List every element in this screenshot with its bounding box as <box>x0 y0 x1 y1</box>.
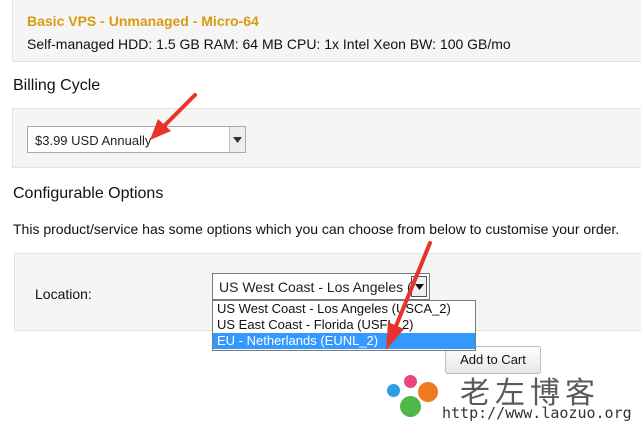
watermark: 老左博客 http://www.laozuo.org <box>383 368 641 437</box>
billing-cycle-selected-value: $3.99 USD Annually <box>35 133 152 148</box>
billing-cycle-heading: Billing Cycle <box>13 77 101 94</box>
product-specs: Self-managed HDD: 1.5 GB RAM: 64 MB CPU:… <box>27 36 511 52</box>
chevron-down-icon[interactable] <box>229 127 245 152</box>
location-option-us-east[interactable]: US East Coast - Florida (USFL_2) <box>213 317 475 333</box>
watermark-url: http://www.laozuo.org <box>442 404 632 422</box>
billing-cycle-select[interactable]: $3.99 USD Annually <box>27 126 246 153</box>
location-selected-value: US West Coast - Los Angeles (U <box>219 279 422 295</box>
watermark-dot <box>418 382 438 402</box>
watermark-dot <box>387 384 400 397</box>
location-option-eu-netherlands[interactable]: EU - Netherlands (EUNL_2) <box>213 333 475 349</box>
watermark-dot <box>404 375 417 388</box>
chevron-down-icon[interactable] <box>411 276 427 297</box>
billing-cycle-panel: $3.99 USD Annually <box>12 108 641 168</box>
configurable-options-description: This product/service has some options wh… <box>13 221 620 237</box>
location-dropdown-list[interactable]: US West Coast - Los Angeles (USCA_2) US … <box>212 300 476 351</box>
product-summary-panel: Basic VPS - Unmanaged - Micro-64 Self-ma… <box>12 0 641 62</box>
product-name: Basic VPS - Unmanaged - Micro-64 <box>27 13 259 29</box>
configurable-options-heading: Configurable Options <box>13 185 164 202</box>
location-label: Location: <box>35 286 92 302</box>
watermark-dot <box>400 396 421 417</box>
location-option-us-west[interactable]: US West Coast - Los Angeles (USCA_2) <box>213 301 475 317</box>
location-select[interactable]: US West Coast - Los Angeles (U <box>212 273 430 300</box>
